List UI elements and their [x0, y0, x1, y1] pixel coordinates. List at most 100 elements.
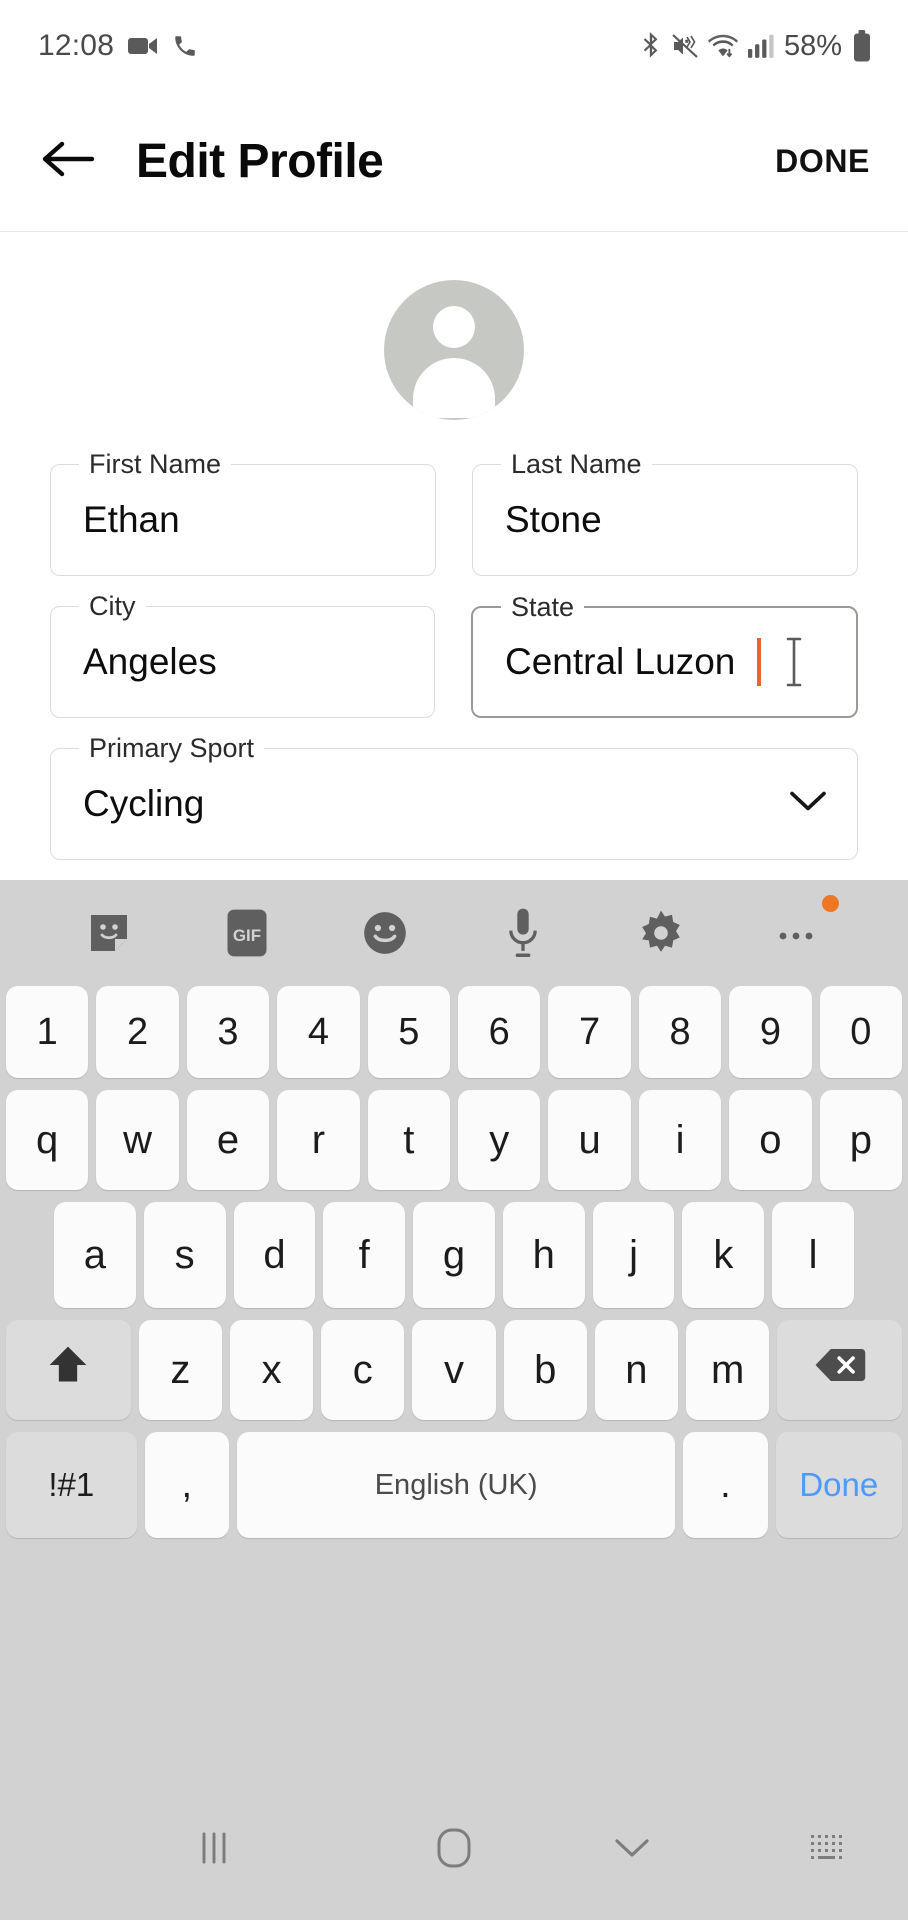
space-key[interactable]: English (UK)	[236, 1432, 676, 1538]
last-name-label: Last Name	[501, 449, 652, 479]
recents-button[interactable]	[196, 1828, 232, 1873]
key-k[interactable]: k	[682, 1202, 765, 1308]
backspace-key[interactable]	[777, 1320, 903, 1420]
key-l[interactable]: l	[772, 1202, 855, 1308]
done-button[interactable]: DONE	[775, 143, 870, 180]
recents-icon	[196, 1828, 232, 1873]
hide-keyboard-button[interactable]	[612, 1834, 652, 1867]
keyboard-row-zxcv: z x c v b n m	[6, 1320, 903, 1420]
status-time: 12:08	[38, 29, 115, 62]
key-n[interactable]: n	[594, 1320, 679, 1420]
last-name-field[interactable]: Last Name Stone	[472, 449, 858, 576]
key-w[interactable]: w	[96, 1090, 179, 1190]
primary-sport-row: Primary Sport Cycling	[50, 733, 858, 860]
key-d[interactable]: d	[233, 1202, 316, 1308]
key-e[interactable]: e	[186, 1090, 270, 1190]
keyboard-row-asdf: a s d f g h j k l	[6, 1202, 902, 1308]
battery-icon	[852, 30, 872, 62]
home-button[interactable]	[433, 1825, 475, 1876]
first-name-label: First Name	[79, 449, 232, 479]
key-1[interactable]: 1	[5, 986, 89, 1078]
keyboard-switch-button[interactable]	[808, 1831, 848, 1870]
settings-gear-icon[interactable]	[625, 897, 697, 969]
key-c[interactable]: c	[321, 1320, 405, 1420]
key-m[interactable]: m	[686, 1320, 770, 1420]
status-bar-right: 58%	[640, 0, 872, 92]
keyboard-toolbar: GIF	[0, 880, 908, 986]
status-bar-left: 12:08	[0, 29, 198, 63]
comma-key[interactable]: ,	[144, 1432, 229, 1538]
chevron-down-icon	[612, 1834, 652, 1867]
person-avatar-icon[interactable]	[384, 280, 524, 420]
key-7[interactable]: 7	[548, 986, 631, 1078]
key-9[interactable]: 9	[729, 986, 812, 1078]
video-camera-icon	[128, 35, 158, 57]
key-r[interactable]: r	[277, 1090, 360, 1190]
chevron-down-icon[interactable]	[789, 790, 827, 819]
app-bar: Edit Profile DONE	[0, 92, 908, 232]
avatar-head	[433, 306, 475, 348]
sticker-icon[interactable]	[73, 897, 145, 969]
key-z[interactable]: z	[138, 1320, 222, 1420]
key-i[interactable]: i	[638, 1090, 722, 1190]
first-name-field[interactable]: First Name Ethan	[50, 449, 436, 576]
home-icon	[433, 1825, 475, 1876]
key-o[interactable]: o	[729, 1090, 812, 1190]
keyboard-switch-icon	[808, 1831, 848, 1870]
keyboard-row-numbers: 1 2 3 4 5 6 7 8 9 0	[5, 986, 903, 1078]
shift-key[interactable]	[6, 1320, 131, 1420]
key-6[interactable]: 6	[458, 986, 541, 1078]
back-arrow-icon	[42, 138, 95, 185]
text-cursor	[757, 638, 761, 686]
key-v[interactable]: v	[412, 1320, 496, 1420]
key-h[interactable]: h	[502, 1202, 585, 1308]
bluetooth-icon	[640, 32, 662, 60]
key-2[interactable]: 2	[96, 986, 179, 1078]
key-j[interactable]: j	[592, 1202, 675, 1308]
key-x[interactable]: x	[230, 1320, 314, 1420]
key-3[interactable]: 3	[186, 986, 270, 1078]
location-row: City Angeles State Central Luzon	[50, 591, 858, 718]
state-field[interactable]: State Central Luzon	[471, 592, 858, 718]
backspace-icon	[814, 1346, 866, 1394]
key-a[interactable]: a	[53, 1202, 136, 1308]
key-q[interactable]: q	[5, 1090, 89, 1190]
keyboard-done-key[interactable]: Done	[775, 1432, 903, 1538]
key-4[interactable]: 4	[277, 986, 360, 1078]
key-t[interactable]: t	[367, 1090, 450, 1190]
key-8[interactable]: 8	[638, 986, 722, 1078]
key-0[interactable]: 0	[819, 986, 903, 1078]
more-options-icon[interactable]	[763, 895, 839, 969]
state-value: Central Luzon	[505, 641, 736, 682]
key-f[interactable]: f	[323, 1202, 406, 1308]
key-b[interactable]: b	[503, 1320, 587, 1420]
key-5[interactable]: 5	[367, 986, 450, 1078]
gif-icon[interactable]: GIF	[211, 897, 283, 969]
key-s[interactable]: s	[143, 1202, 226, 1308]
key-y[interactable]: y	[458, 1090, 541, 1190]
battery-percent: 58%	[783, 29, 842, 62]
emoji-icon[interactable]	[349, 897, 421, 969]
key-g[interactable]: g	[413, 1202, 495, 1308]
microphone-icon[interactable]	[487, 897, 559, 969]
back-button[interactable]	[22, 138, 114, 185]
wifi-icon	[707, 33, 738, 59]
key-p[interactable]: p	[819, 1090, 903, 1190]
on-screen-keyboard: GIF 1 2 3 4 5 6 7 8 9 0 q w e r t y u i …	[0, 880, 908, 1780]
city-field[interactable]: City Angeles	[50, 591, 435, 718]
state-label: State	[501, 592, 585, 622]
profile-form-content: First Name Ethan Last Name Stone City An…	[0, 232, 908, 880]
key-u[interactable]: u	[548, 1090, 631, 1190]
symbols-key[interactable]: !#1	[6, 1432, 137, 1538]
keyboard-row-bottom: !#1 , English (UK) . Done	[6, 1432, 903, 1538]
phone-call-icon	[172, 33, 198, 59]
avatar-container[interactable]	[0, 280, 908, 420]
city-label: City	[79, 591, 146, 621]
page-title: Edit Profile	[136, 135, 384, 188]
keyboard-row-qwerty: q w e r t y u i o p	[5, 1090, 903, 1190]
first-name-value: Ethan	[83, 499, 180, 540]
edit-profile-form: First Name Ethan Last Name Stone City An…	[0, 449, 908, 880]
primary-sport-dropdown[interactable]: Primary Sport Cycling	[50, 733, 858, 860]
last-name-value: Stone	[505, 499, 602, 540]
period-key[interactable]: .	[683, 1432, 768, 1538]
